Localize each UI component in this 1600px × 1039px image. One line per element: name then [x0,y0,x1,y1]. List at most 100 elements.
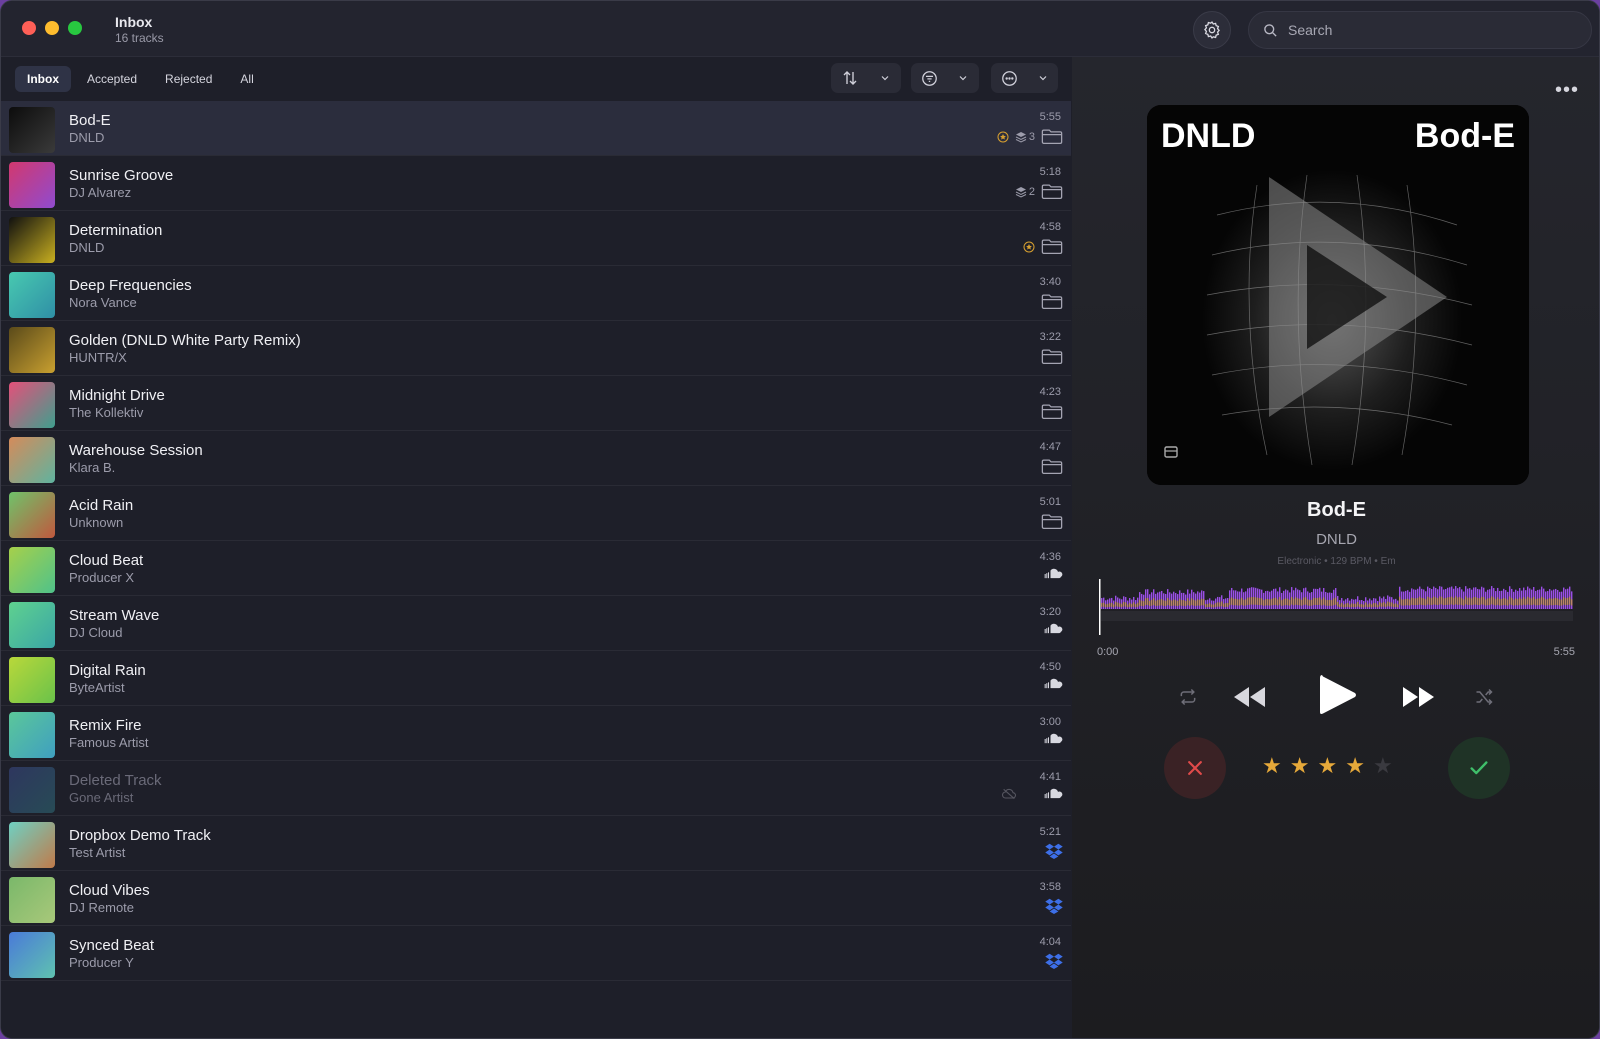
folder-icon [1041,129,1063,145]
waveform-bar-overlay [1569,596,1571,605]
sort-menu-button[interactable] [831,63,901,93]
more-actions-menu-button[interactable] [991,63,1058,93]
track-row[interactable]: Determination DNLD 4:58 [1,211,1071,266]
track-title: Sunrise Groove [69,167,174,184]
waveform-bar-overlay [1505,598,1507,606]
waveform-bar-overlay [1407,598,1409,606]
close-window-button[interactable] [22,21,36,35]
track-row[interactable]: Midnight Drive The Kollektiv 4:23 [1,376,1071,431]
waveform-bar-overlay [1427,596,1429,605]
track-status-icons [1001,788,1063,800]
waveform-bar-overlay [1157,599,1159,606]
track-row[interactable]: Bod-E DNLD 5:55 3 [1,101,1071,156]
tab-accepted[interactable]: Accepted [75,66,149,92]
waveform-bar-overlay [1297,598,1299,606]
track-row[interactable]: Synced Beat Producer Y 4:04 [1,926,1071,981]
track-status-icons [1043,623,1063,635]
rewind-button[interactable] [1228,675,1272,719]
accept-button[interactable] [1448,737,1510,799]
search-box[interactable] [1248,11,1592,49]
track-title: Cloud Beat [69,552,144,569]
waveform-bar-overlay [1249,597,1251,605]
reject-button[interactable] [1164,737,1226,799]
star-icon[interactable]: ★ [1317,753,1337,779]
waveform-bar-overlay [1159,599,1161,606]
waveform-bar-overlay [1471,598,1473,606]
track-row[interactable]: Golden (DNLD White Party Remix) HUNTR/X 3:… [1,321,1071,376]
waveform-bar-overlay [1295,597,1297,605]
star-icon[interactable]: ★ [1290,753,1310,779]
more-options-icon[interactable]: ••• [1555,79,1579,102]
track-row[interactable]: Digital Rain ByteArtist 4:50 [1,651,1071,706]
settings-button[interactable] [1193,11,1231,49]
tab-inbox[interactable]: Inbox [15,66,71,92]
track-status-icons: 3 [997,128,1063,145]
star-icon[interactable]: ★ [1262,753,1282,779]
track-row[interactable]: Cloud Beat Producer X 4:36 [1,541,1071,596]
waveform-bar-overlay [1431,598,1433,606]
play-button[interactable] [1308,665,1368,725]
waveform-bar-overlay [1411,597,1413,605]
rewind-icon [1234,687,1265,707]
waveform-bar-overlay [1539,598,1541,606]
waveform-bar-overlay [1275,597,1277,605]
waveform-bar-overlay [1325,599,1327,606]
waveform-bar-overlay [1261,598,1263,606]
waveform-bar-overlay [1269,599,1271,606]
search-input[interactable] [1288,22,1568,38]
track-row[interactable]: Warehouse Session Klara B. 4:47 [1,431,1071,486]
track-row[interactable]: Acid Rain Unknown 5:01 [1,486,1071,541]
waveform-bar-overlay [1279,597,1281,605]
folder-icon [1041,294,1063,310]
waveform-bar-overlay [1365,602,1367,607]
waveform-bar-overlay [1459,596,1461,605]
folder-icon [1041,459,1063,475]
waveform-bar-overlay [1367,604,1369,608]
waveform-bar-overlay [1487,598,1489,606]
track-row[interactable]: Dropbox Demo Track Test Artist 5:21 [1,816,1071,871]
track-row[interactable]: Deleted Track Gone Artist 4:41 [1,761,1071,816]
waveform-bar-overlay [1117,602,1119,607]
waveform-bar-overlay [1167,598,1169,606]
track-artist: Famous Artist [69,735,149,750]
tab-all[interactable]: All [228,66,265,92]
track-row[interactable]: Stream Wave DJ Cloud 3:20 [1,596,1071,651]
shuffle-button[interactable] [1466,679,1502,715]
track-artwork [9,822,55,868]
waveform-bar-overlay [1361,604,1363,608]
track-row[interactable]: Deep Frequencies Nora Vance 3:40 [1,266,1071,321]
star-icon[interactable]: ★ [1345,753,1365,779]
waveform-bar-overlay [1201,598,1203,606]
repeat-button[interactable] [1170,679,1206,715]
waveform-bar-overlay [1371,604,1373,608]
zoom-window-button[interactable] [68,21,82,35]
track-row[interactable]: Remix Fire Famous Artist 3:00 [1,706,1071,761]
app-window: Inbox 16 tracks Inbox Accepted Rejected … [0,0,1600,1039]
waveform-bar-overlay [1557,598,1559,606]
minimize-window-button[interactable] [45,21,59,35]
track-duration: 4:41 [1039,771,1061,783]
track-row[interactable]: Cloud Vibes DJ Remote 3:58 [1,871,1071,926]
track-artwork [9,712,55,758]
waveform-bar-overlay [1301,599,1303,606]
shuffle-icon [1476,688,1493,706]
star-rating[interactable]: ★ ★ ★ ★ ★ [1262,753,1393,779]
fast-forward-button[interactable] [1396,675,1440,719]
album-art-graphic: DNLD Bod-E [1147,105,1529,485]
waveform-bar-overlay [1273,597,1275,605]
star-icon[interactable]: ★ [1373,753,1393,779]
waveform-bar-overlay [1485,599,1487,606]
versions-count: 2 [1028,185,1035,198]
waveform-bar-overlay [1141,600,1143,606]
waveform-scrubber[interactable] [1097,579,1573,639]
tab-rejected[interactable]: Rejected [153,66,224,92]
waveform-bar-overlay [1455,596,1457,605]
track-artist: HUNTR/X [69,350,127,365]
track-artwork [9,327,55,373]
waveform-bar-overlay [1419,596,1421,605]
repeat-icon [1180,688,1196,706]
track-row[interactable]: Sunrise Groove DJ Alvarez 5:18 2 [1,156,1071,211]
filter-menu-button[interactable] [911,63,979,93]
waveform-bar-overlay [1545,599,1547,606]
waveform-bar-overlay [1119,603,1121,607]
